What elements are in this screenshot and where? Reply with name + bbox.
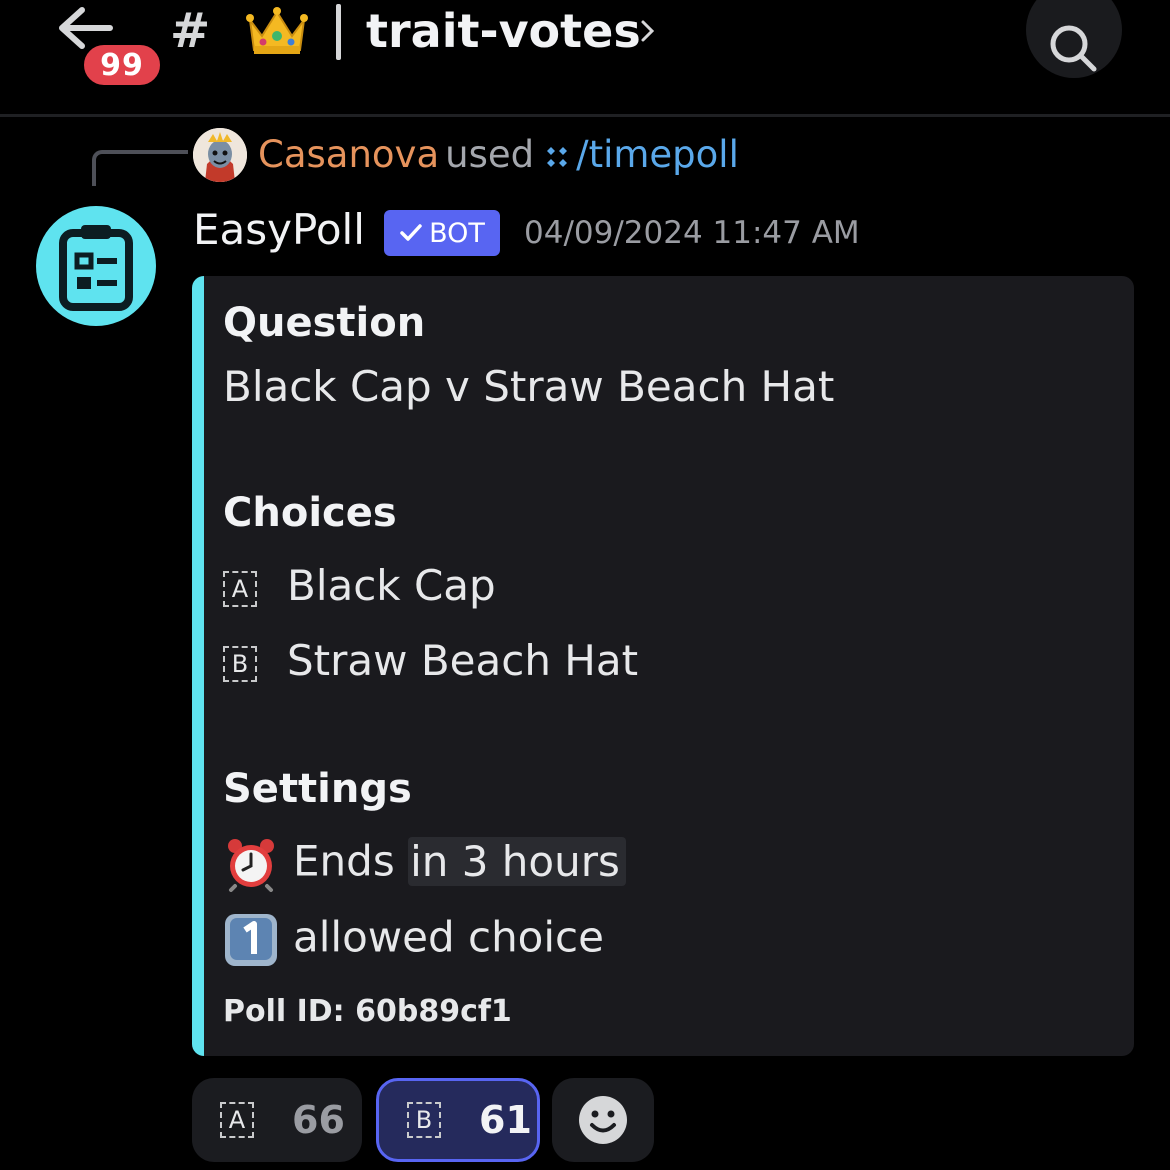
reply-command[interactable]: /timepoll xyxy=(576,133,739,176)
checkmark-icon xyxy=(400,224,422,241)
chevron-right-icon[interactable] xyxy=(640,16,656,46)
ends-value[interactable]: in 3 hours xyxy=(408,836,626,886)
bot-avatar[interactable] xyxy=(36,206,156,326)
choice-b: B Straw Beach Hat xyxy=(223,636,638,685)
letter-b-icon: B xyxy=(407,1102,441,1138)
reply-username[interactable]: Casanova xyxy=(258,133,439,176)
reaction-b-count: 61 xyxy=(479,1098,532,1142)
reply-spine xyxy=(92,150,188,186)
crown-icon xyxy=(244,6,310,58)
allowed-text: allowed choice xyxy=(293,912,604,962)
reply-used-text: used xyxy=(445,133,535,176)
bot-tag-label: BOT xyxy=(429,217,485,249)
hash-icon: # xyxy=(170,3,211,59)
author-name[interactable]: EasyPoll xyxy=(193,200,365,260)
poll-embed: Question Black Cap v Straw Beach Hat Cho… xyxy=(192,276,1134,1056)
letter-a-icon: A xyxy=(220,1102,254,1138)
add-reaction-button[interactable] xyxy=(552,1078,654,1162)
choice-b-label: Straw Beach Hat xyxy=(287,636,639,685)
ends-setting: Ends in 3 hours xyxy=(223,836,626,892)
poll-id: Poll ID: 60b89cf1 xyxy=(223,994,512,1029)
reaction-a-button[interactable]: A 66 xyxy=(192,1078,362,1162)
reaction-a-count: 66 xyxy=(292,1098,345,1142)
alarm-clock-icon xyxy=(228,839,274,892)
settings-title: Settings xyxy=(223,766,412,812)
keycap-one-icon xyxy=(225,914,277,966)
avatar[interactable] xyxy=(193,128,247,182)
search-button[interactable] xyxy=(1026,0,1122,78)
app-command-icon xyxy=(547,146,568,167)
bot-tag: BOT xyxy=(384,210,500,256)
smiley-face-icon xyxy=(579,1096,627,1144)
choice-a: A Black Cap xyxy=(223,561,496,610)
allowed-setting: allowed choice xyxy=(223,912,604,968)
choices-title: Choices xyxy=(223,490,397,536)
reply-reference[interactable]: Casanova used /timepoll xyxy=(258,128,739,182)
clipboard-icon xyxy=(59,225,133,311)
question-title: Question xyxy=(223,300,426,346)
embed-accent-bar xyxy=(192,276,204,1056)
header-divider xyxy=(0,114,1170,117)
channel-name[interactable]: trait-votes xyxy=(366,0,641,62)
title-divider xyxy=(336,4,341,60)
message-timestamp: 04/09/2024 11:47 AM xyxy=(524,215,860,251)
search-icon xyxy=(1050,25,1097,72)
ends-prefix: Ends xyxy=(293,836,395,886)
unread-badge: 99 xyxy=(80,41,164,89)
reaction-b-button[interactable]: B 61 xyxy=(376,1078,540,1162)
letter-a-icon: A xyxy=(223,570,257,607)
choice-a-label: Black Cap xyxy=(287,561,496,610)
question-text: Black Cap v Straw Beach Hat xyxy=(223,362,835,411)
letter-b-icon: B xyxy=(223,645,257,682)
